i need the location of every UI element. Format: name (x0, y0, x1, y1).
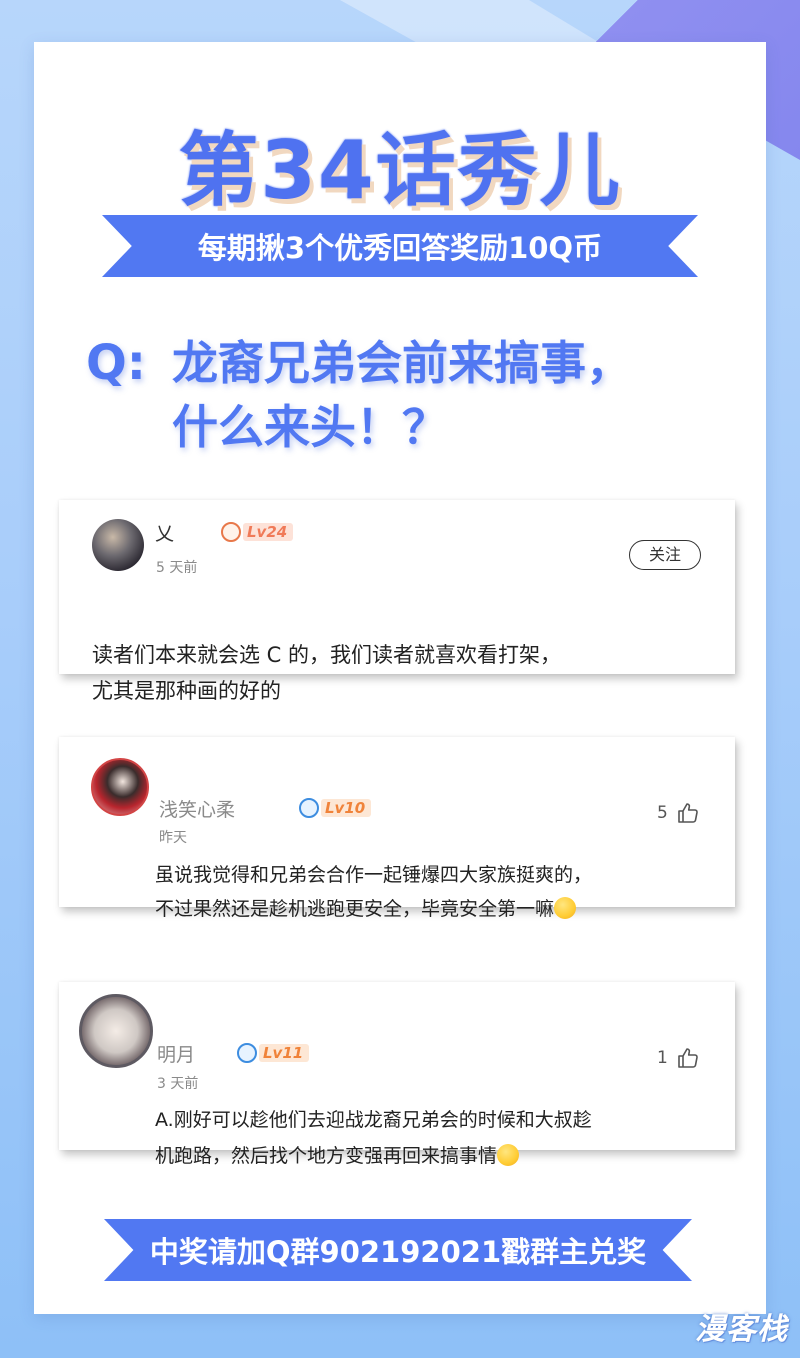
reward-ribbon-text: 每期揪3个优秀回答奖励10Q币 (197, 231, 603, 265)
avatar[interactable] (91, 758, 149, 816)
comment-line-with-emoji: 机跑路，然后找个地方变强再回来搞事情 (155, 1138, 735, 1174)
comment-line: 机跑路，然后找个地方变强再回来搞事情 (155, 1145, 498, 1167)
level-icon (237, 1043, 257, 1063)
comment-content: 读者们本来就会选 C 的，我们读者就喜欢看打架， 尤其是那种画的好的 (92, 637, 722, 709)
comment-time: 5 天前 (156, 560, 198, 576)
page-title: 第34话秀儿 (178, 124, 622, 217)
comment-line: 尤其是那种画的好的 (92, 679, 281, 703)
comment-card: 乂 Lv24 5 天前 关注 读者们本来就会选 C 的，我们读者就喜欢看打架， … (59, 500, 735, 703)
question-prefix: Q: (86, 335, 146, 391)
prize-ribbon-text: 中奖请加Q群902192021戳群主兑奖 (149, 1235, 647, 1269)
comment-time: 昨天 (159, 830, 187, 846)
comment-content: A.刚好可以趁他们去迎战龙裔兄弟会的时候和大叔趁 机跑路，然后找个地方变强再回来… (155, 1102, 735, 1174)
like-count: 1 (657, 1048, 668, 1068)
username[interactable]: 乂 (155, 519, 174, 546)
level-text: Lv10 (321, 799, 372, 817)
username[interactable]: 浅笑心柔 (159, 795, 235, 822)
like-control[interactable]: 5 (657, 801, 700, 825)
level-text: Lv11 (259, 1044, 310, 1062)
prize-ribbon: 中奖请加Q群902192021戳群主兑奖 (104, 1219, 692, 1281)
level-badge: Lv10 (299, 797, 372, 819)
watermark-logo: 漫客栈 (695, 1312, 788, 1347)
avatar[interactable] (92, 519, 144, 571)
level-text: Lv24 (243, 523, 294, 541)
thumbs-up-icon[interactable] (676, 1046, 700, 1070)
rofl-emoji-icon (554, 897, 577, 919)
level-badge: Lv24 (221, 521, 294, 543)
question-line-1: 龙裔兄弟会前来搞事， (172, 336, 632, 390)
like-control[interactable]: 1 (657, 1046, 700, 1070)
thumbs-up-icon[interactable] (676, 801, 700, 825)
question-line-2: 什么来头！？ (172, 400, 448, 454)
reward-ribbon: 每期揪3个优秀回答奖励10Q币 (102, 215, 698, 277)
level-badge: Lv11 (237, 1042, 310, 1064)
comment-content: 虽说我觉得和兄弟会合作一起锤爆四大家族挺爽的， 不过果然还是趁机逃跑更安全，毕竟… (155, 858, 725, 926)
avatar[interactable] (79, 994, 153, 1068)
comment-line-with-emoji: 不过果然还是趁机逃跑更安全，毕竟安全第一嘛 (155, 892, 725, 926)
comment-line: 虽说我觉得和兄弟会合作一起锤爆四大家族挺爽的， (155, 864, 593, 886)
level-icon (221, 522, 241, 542)
level-icon (299, 798, 319, 818)
like-count: 5 (657, 803, 668, 823)
smirk-emoji-icon (497, 1144, 520, 1166)
comment-line: A.刚好可以趁他们去迎战龙裔兄弟会的时候和大叔趁 (155, 1109, 592, 1131)
comment-card: 明月 Lv11 3 天前 1 A.刚好可以趁他们去迎战龙裔兄弟会的时候和大叔趁 … (59, 982, 735, 1167)
comment-line: 读者们本来就会选 C 的，我们读者就喜欢看打架， (92, 643, 562, 667)
poster-card: 第34话秀儿 每期揪3个优秀回答奖励10Q币 Q: 龙裔兄弟会前来搞事， 什么来… (34, 42, 766, 1314)
comment-time: 3 天前 (157, 1076, 199, 1092)
comment-card: 浅笑心柔 Lv10 昨天 5 虽说我觉得和兄弟会合作一起锤爆四大家族挺爽的， 不… (59, 737, 735, 920)
follow-button[interactable]: 关注 (629, 540, 701, 570)
comment-line: 不过果然还是趁机逃跑更安全，毕竟安全第一嘛 (155, 898, 555, 920)
username[interactable]: 明月 (157, 1040, 195, 1067)
